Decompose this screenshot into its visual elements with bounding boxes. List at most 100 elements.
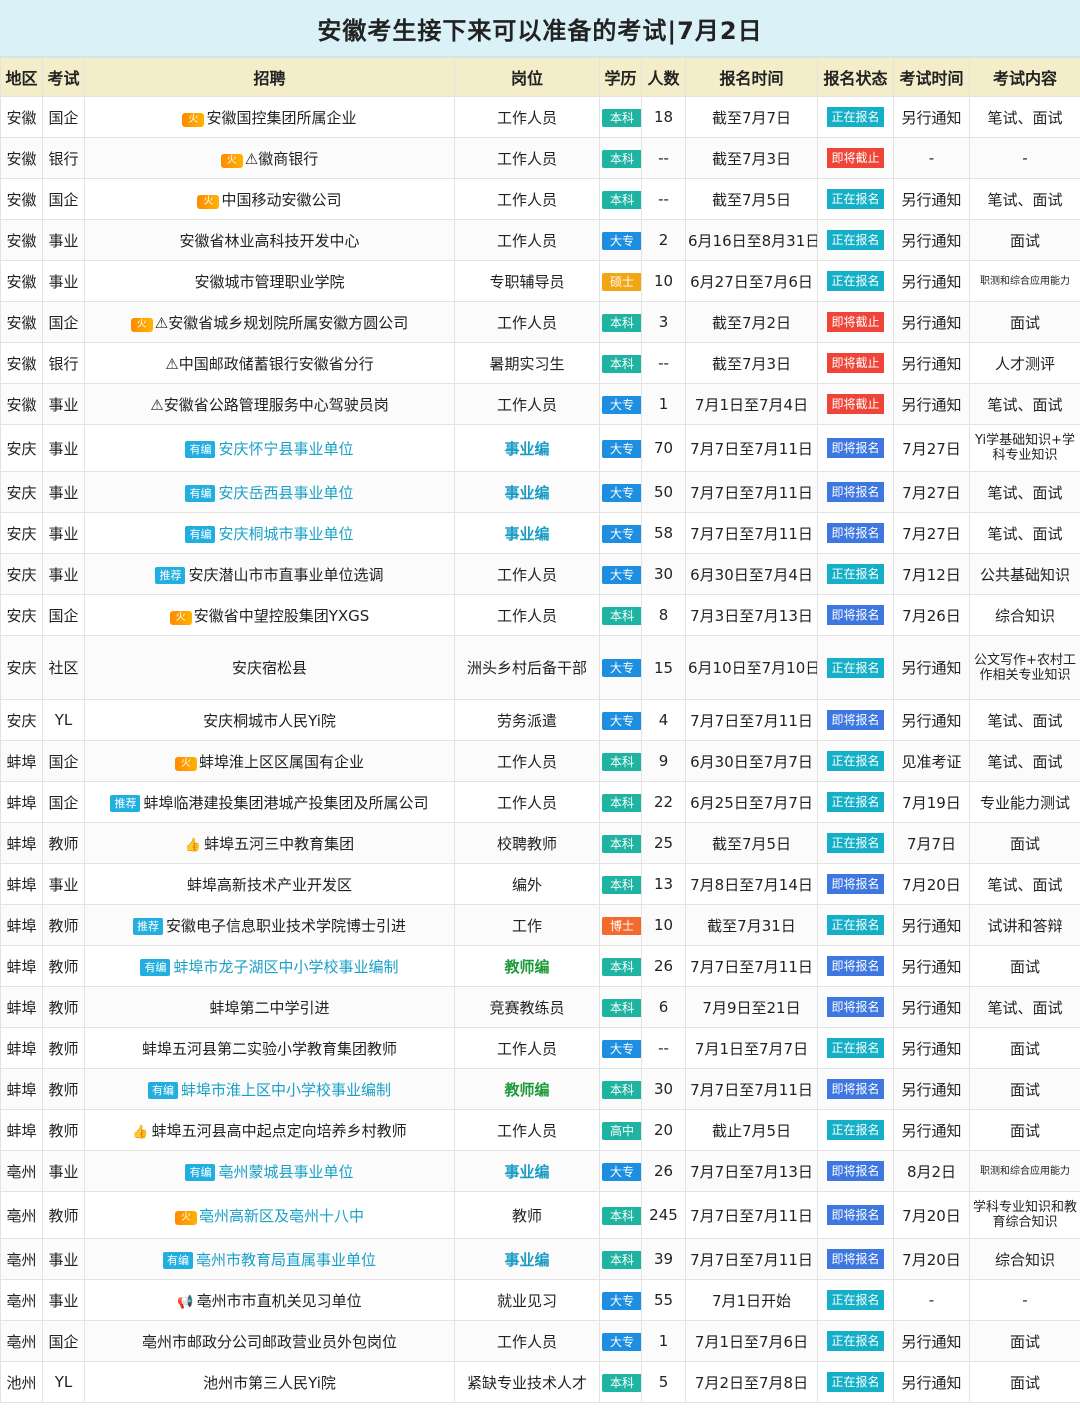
- signup-status-cell: 即将报名: [817, 512, 894, 554]
- table-row: 亳州 事业 📢 亳州市市直机关见习单位 就业见习 大专 55 7月1日开始 正在报名 - -: [0, 1279, 1080, 1321]
- education-cell: 大专: [599, 1279, 642, 1321]
- post-cell: 工作人员: [454, 301, 600, 343]
- status-badge: 即将截止: [827, 312, 884, 332]
- signup-time-cell: 7月7日至7月13日: [685, 1150, 818, 1192]
- status-badge: 即将报名: [827, 1161, 884, 1181]
- status-badge: 即将报名: [827, 1205, 884, 1225]
- post-cell: 工作: [454, 904, 600, 946]
- count-cell: 25: [641, 822, 686, 864]
- recommend-badge: 推荐: [110, 794, 141, 812]
- exam-type-cell: 事业: [42, 863, 85, 905]
- region-cell: 安庆: [0, 424, 43, 472]
- exam-content-cell: 面试: [969, 301, 1080, 343]
- exam-type-cell: 事业: [42, 383, 85, 425]
- signup-time-cell: 7月7日至7月11日: [685, 699, 818, 741]
- recruit-label[interactable]: 蚌埠市龙子湖区中小学校事业编制: [173, 958, 398, 976]
- recruit-cell: 有编 安庆岳西县事业单位: [84, 471, 455, 513]
- staffing-badge: 有编: [162, 1251, 193, 1269]
- exam-table: 地区 考试 招聘 岗位 学历 人数 报名时间 报名状态 考试时间 考试内容 安徽 国企火安徽国控集团…: [0, 57, 1080, 1403]
- education-badge: 博士: [602, 916, 641, 935]
- post-cell: 紧缺专业技术人才: [454, 1361, 600, 1403]
- recruit-label[interactable]: 安庆怀宁县事业单位: [218, 440, 353, 458]
- signup-time-cell: 截至7月3日: [685, 137, 818, 179]
- status-badge: 正在报名: [827, 1372, 884, 1392]
- recruit-label[interactable]: 安庆岳西县事业单位: [218, 484, 353, 502]
- recruit-label: 蚌埠高新技术产业开发区: [186, 875, 352, 894]
- signup-status-cell: 即将报名: [817, 1238, 894, 1280]
- exam-content-cell: -: [969, 1279, 1080, 1321]
- table-row: 安庆 社区 安庆宿松县 洲头乡村后备干部 大专 15 6月10日至7月10日 正在报名 另行通知…: [0, 635, 1080, 700]
- header-signup-status: 报名状态: [817, 57, 894, 97]
- region-cell: 蚌埠: [0, 945, 43, 987]
- exam-time-cell: -: [893, 1279, 970, 1321]
- recruit-cell: 有编 亳州市教育局直属事业单位: [84, 1238, 455, 1280]
- region-cell: 蚌埠: [0, 740, 43, 782]
- education-cell: 本科: [599, 178, 642, 220]
- signup-status-cell: 正在报名: [817, 96, 894, 138]
- table-row: 蚌埠 教师 👍 蚌埠五河县高中起点定向培养乡村教师 工作人员 高中 20 截止7月5日 正在报名…: [0, 1109, 1080, 1151]
- recruit-label[interactable]: 亳州高新区及亳州十八中: [199, 1207, 364, 1225]
- exam-time-cell: 另行通知: [893, 1361, 970, 1403]
- status-badge: 正在报名: [827, 792, 884, 812]
- post-cell: 事业编: [454, 1150, 600, 1192]
- count-cell: 39: [641, 1238, 686, 1280]
- signup-time-cell: 截至7月5日: [685, 178, 818, 220]
- table-row: 安徽 事业 安徽城市管理职业学院 专职辅导员 硕士 10 6月27日至7月6日 正在报名 另行通…: [0, 260, 1080, 302]
- exam-type-cell: 教师: [42, 1109, 85, 1151]
- recruit-cell: 安庆桐城市人民Yi院: [84, 699, 455, 741]
- recruit-label: ⚠徽商银行: [244, 149, 319, 168]
- recruit-label[interactable]: 亳州市教育局直属事业单位: [196, 1251, 376, 1269]
- post-cell: 编外: [454, 863, 600, 905]
- region-cell: 安庆: [0, 699, 43, 741]
- exam-content-cell: 笔试、面试: [969, 178, 1080, 220]
- staffing-badge: 有编: [185, 1163, 216, 1181]
- exam-content-cell: 面试: [969, 1068, 1080, 1110]
- status-badge: 正在报名: [827, 1331, 884, 1351]
- exam-type-cell: 教师: [42, 1027, 85, 1069]
- signup-status-cell: 正在报名: [817, 219, 894, 261]
- recruit-label: 中国移动安徽公司: [221, 190, 342, 209]
- exam-type-cell: 社区: [42, 635, 85, 700]
- exam-time-cell: 7月27日: [893, 424, 970, 472]
- education-cell: 本科: [599, 1191, 642, 1239]
- exam-time-cell: 另行通知: [893, 383, 970, 425]
- recommend-badge: 推荐: [132, 917, 163, 935]
- recruit-label[interactable]: 安庆桐城市事业单位: [218, 525, 353, 543]
- count-cell: 13: [641, 863, 686, 905]
- staffing-badge: 有编: [147, 1081, 178, 1099]
- staffing-badge: 有编: [185, 440, 216, 458]
- signup-status-cell: 即将报名: [817, 1191, 894, 1239]
- region-cell: 亳州: [0, 1191, 43, 1239]
- signup-status-cell: 正在报名: [817, 1027, 894, 1069]
- region-cell: 蚌埠: [0, 1109, 43, 1151]
- post-cell: 工作人员: [454, 740, 600, 782]
- exam-type-cell: 教师: [42, 904, 85, 946]
- signup-status-cell: 正在报名: [817, 178, 894, 220]
- count-cell: 10: [641, 904, 686, 946]
- education-badge: 本科: [602, 1373, 641, 1392]
- exam-content-cell: 面试: [969, 1027, 1080, 1069]
- signup-time-cell: 截止7月5日: [685, 1109, 818, 1151]
- signup-status-cell: 正在报名: [817, 904, 894, 946]
- recruit-label: 蚌埠五河县第二实验小学教育集团教师: [141, 1039, 397, 1058]
- status-badge: 即将报名: [827, 956, 884, 976]
- table-row: 安徽 事业 安徽省林业高科技开发中心 工作人员 大专 2 6月16日至8月31日 正在报名 另行…: [0, 219, 1080, 261]
- exam-content-cell: 笔试、面试: [969, 699, 1080, 741]
- region-cell: 安庆: [0, 512, 43, 554]
- status-badge: 正在报名: [827, 751, 884, 771]
- recruit-label[interactable]: 亳州蒙城县事业单位: [218, 1163, 353, 1181]
- education-cell: 本科: [599, 945, 642, 987]
- region-cell: 亳州: [0, 1238, 43, 1280]
- education-badge: 本科: [602, 793, 641, 812]
- education-badge: 本科: [602, 149, 641, 168]
- exam-time-cell: 另行通知: [893, 945, 970, 987]
- signup-status-cell: 即将报名: [817, 424, 894, 472]
- region-cell: 安庆: [0, 553, 43, 595]
- exam-time-cell: 7月19日: [893, 781, 970, 823]
- education-badge: 本科: [602, 606, 641, 625]
- recruit-label[interactable]: 蚌埠市淮上区中小学校事业编制: [181, 1081, 391, 1099]
- education-cell: 大专: [599, 1320, 642, 1362]
- header-recruit: 招聘: [84, 57, 455, 97]
- count-cell: 26: [641, 945, 686, 987]
- recruit-label: 亳州市邮政分公司邮政营业员外包岗位: [141, 1332, 397, 1351]
